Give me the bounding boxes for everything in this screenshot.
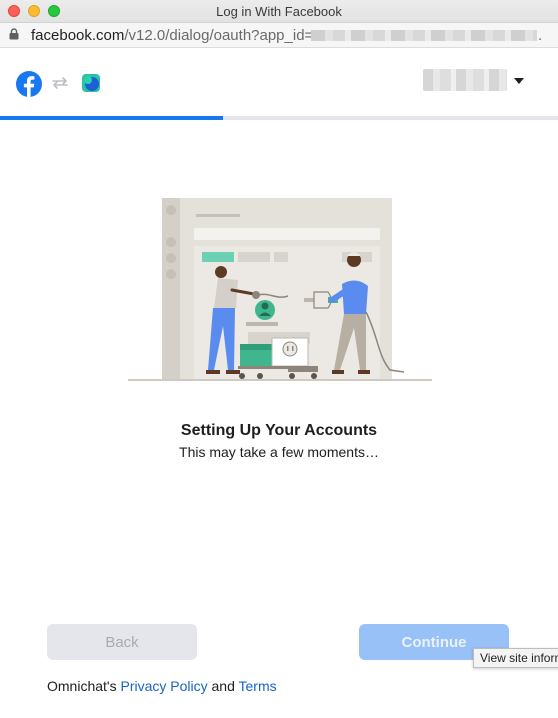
redacted-app-id <box>311 30 537 41</box>
caret-down-icon[interactable] <box>514 78 524 84</box>
back-button[interactable]: Back <box>47 624 197 660</box>
lock-icon[interactable] <box>9 28 19 40</box>
window-title-bar: Log in With Facebook <box>0 0 558 23</box>
swap-arrows-icon <box>52 77 68 89</box>
window-title: Log in With Facebook <box>216 4 342 19</box>
url-domain: facebook.com <box>31 27 125 44</box>
privacy-policy-link[interactable]: Privacy Policy <box>120 678 207 694</box>
url-trailing: . <box>538 27 543 44</box>
setup-illustration <box>128 198 432 381</box>
footer-legal: Omnichat's Privacy Policy and Terms <box>47 678 277 694</box>
progress-bar-fill <box>0 116 224 120</box>
progress-bar <box>0 116 558 120</box>
terms-link[interactable]: Terms <box>239 678 277 694</box>
account-name-redacted[interactable] <box>423 69 507 91</box>
omnichat-logo-icon <box>82 74 100 92</box>
footer-and: and <box>211 678 235 694</box>
setup-heading: Setting Up Your Accounts <box>180 422 378 439</box>
url-path: /v12.0/dialog/oauth?app_id= <box>124 27 314 44</box>
address-bar[interactable]: facebook.com/v12.0/dialog/oauth?app_id= … <box>0 23 558 48</box>
view-site-info-tooltip: View site inforn <box>473 648 558 668</box>
footer-prefix: Omnichat's <box>47 678 117 694</box>
facebook-logo-icon <box>16 71 42 97</box>
setup-subheading: This may take a few moments… <box>179 444 379 460</box>
url-text[interactable]: facebook.com/v12.0/dialog/oauth?app_id= <box>31 27 313 44</box>
